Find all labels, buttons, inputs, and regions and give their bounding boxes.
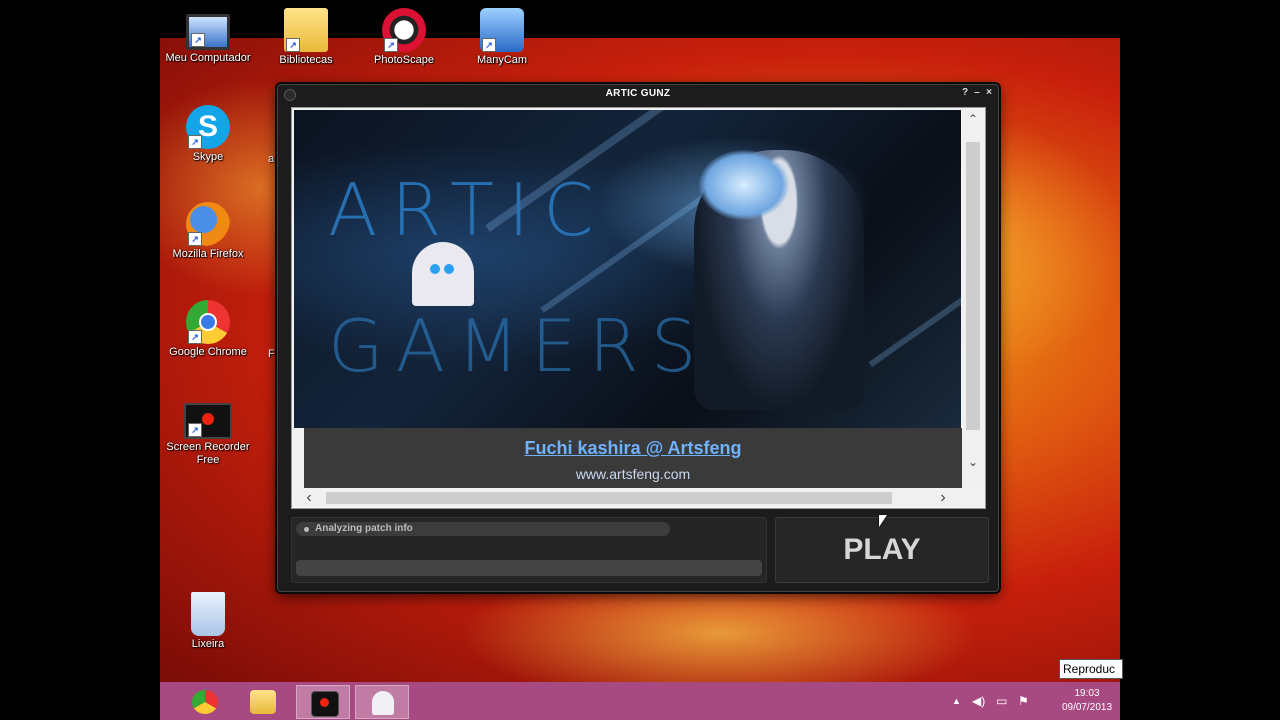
taskbar: ▲ ◀) ▭ ⚑ 19:03 09/07/2013 bbox=[160, 682, 1120, 720]
scroll-left-icon[interactable]: ‹ bbox=[300, 489, 318, 507]
desktop-icon-skype[interactable]: S ↗ Skype bbox=[160, 105, 256, 164]
close-button[interactable]: × bbox=[984, 87, 994, 98]
partial-desktop-label: a bbox=[268, 153, 275, 165]
system-tray: ▲ ◀) ▭ ⚑ 19:03 09/07/2013 bbox=[950, 682, 1120, 720]
computer-icon: ↗ bbox=[186, 14, 230, 50]
up-arrow-icon[interactable]: ▲ bbox=[952, 696, 961, 706]
folder-icon bbox=[250, 690, 276, 714]
taskbar-chrome[interactable] bbox=[178, 685, 232, 719]
desktop-icon-label: Meu Computador bbox=[165, 52, 251, 64]
mouse-cursor-icon bbox=[879, 515, 887, 527]
desktop-icon-screen-recorder[interactable]: ↗ Screen Recorder Free bbox=[160, 397, 256, 467]
scroll-right-icon[interactable]: › bbox=[934, 489, 952, 507]
desktop-icon-label: Screen Recorder Free bbox=[166, 441, 250, 466]
desktop-icon-label: Mozilla Firefox bbox=[172, 248, 244, 260]
scroll-up-icon[interactable]: ⌃ bbox=[964, 112, 982, 126]
horizontal-scrollbar[interactable]: ‹ › bbox=[294, 489, 961, 507]
banner-caption: Fuchi kashira @ Artsfeng www.artsfeng.co… bbox=[304, 428, 962, 488]
vertical-scrollbar[interactable]: ⌃ ⌄ bbox=[963, 110, 983, 488]
progress-bar bbox=[296, 560, 762, 576]
status-dot-icon bbox=[304, 527, 309, 532]
folder-icon: ↗ bbox=[284, 8, 328, 52]
desktop-icon-lixeira[interactable]: Lixeira bbox=[160, 592, 256, 651]
window-title: ARTIC GUNZ bbox=[605, 88, 671, 99]
banner-image: ARTIC GAMERS bbox=[294, 110, 961, 428]
title-bar[interactable]: ARTIC GUNZ ? – × bbox=[278, 85, 998, 103]
banner-title-line2: GAMERS bbox=[328, 304, 709, 388]
desktop-icon-label: Lixeira bbox=[191, 638, 225, 650]
news-web-panel: ARTIC GAMERS Fuchi kashira @ Artsfeng ww… bbox=[291, 107, 986, 509]
horizontal-scroll-thumb[interactable] bbox=[326, 492, 892, 504]
desktop-icon-photoscape[interactable]: ↗ PhotoScape bbox=[356, 8, 452, 67]
ghost-icon bbox=[412, 242, 474, 306]
clock[interactable]: 19:03 09/07/2013 bbox=[1056, 687, 1118, 715]
banner-title-line1: ARTIC bbox=[328, 168, 608, 252]
minimize-button[interactable]: – bbox=[972, 87, 982, 98]
desktop-icon-manycam[interactable]: ↗ ManyCam bbox=[454, 8, 550, 67]
status-text: Analyzing patch info bbox=[315, 523, 413, 534]
ghost-launcher-icon bbox=[372, 691, 394, 715]
flag-icon[interactable]: ⚑ bbox=[1018, 694, 1029, 708]
screen-recorder-icon: ↗ bbox=[184, 403, 232, 439]
volume-icon[interactable]: ◀) bbox=[972, 694, 985, 708]
firefox-icon: ↗ bbox=[186, 202, 230, 246]
help-button[interactable]: ? bbox=[960, 87, 970, 98]
taskbar-screen-recorder[interactable] bbox=[296, 685, 350, 719]
screen-recorder-icon bbox=[311, 691, 339, 717]
caption-link[interactable]: Fuchi kashira @ Artsfeng bbox=[304, 438, 962, 459]
manycam-icon: ↗ bbox=[480, 8, 524, 52]
desktop-icon-label: ManyCam bbox=[476, 54, 528, 66]
skype-icon: S ↗ bbox=[186, 105, 230, 149]
photoscape-icon: ↗ bbox=[382, 8, 426, 52]
desktop-icon-label: PhotoScape bbox=[374, 54, 434, 66]
chrome-icon: ↗ bbox=[186, 300, 230, 344]
desktop-icon-label: Skype bbox=[192, 151, 224, 163]
desktop-icon-label: Google Chrome bbox=[169, 346, 247, 358]
desktop-icon-label: Bibliotecas bbox=[279, 54, 333, 66]
tooltip: Reproduc bbox=[1059, 659, 1123, 679]
scroll-down-icon[interactable]: ⌄ bbox=[964, 455, 982, 469]
taskbar-explorer[interactable] bbox=[236, 685, 290, 719]
status-indicator: Analyzing patch info bbox=[296, 522, 670, 536]
clock-time: 19:03 bbox=[1074, 688, 1100, 699]
clock-date: 09/07/2013 bbox=[1061, 702, 1113, 713]
taskbar-launcher[interactable] bbox=[355, 685, 409, 719]
chrome-icon bbox=[192, 690, 218, 714]
vertical-scroll-thumb[interactable] bbox=[966, 142, 980, 430]
desktop-icon-bibliotecas[interactable]: ↗ Bibliotecas bbox=[258, 8, 354, 67]
desktop-icon-firefox[interactable]: ↗ Mozilla Firefox bbox=[160, 202, 256, 261]
desktop-icon-meu-computador[interactable]: ↗ Meu Computador bbox=[160, 8, 256, 65]
desktop-icon-chrome[interactable]: ↗ Google Chrome bbox=[160, 300, 256, 359]
launcher-window: ARTIC GUNZ ? – × ARTIC GAMERS Fuchi kash… bbox=[277, 84, 999, 592]
network-icon[interactable]: ▭ bbox=[996, 694, 1007, 708]
recycle-bin-icon bbox=[191, 592, 225, 636]
caption-url[interactable]: www.artsfeng.com bbox=[304, 466, 962, 482]
status-panel: Analyzing patch info bbox=[291, 517, 767, 583]
